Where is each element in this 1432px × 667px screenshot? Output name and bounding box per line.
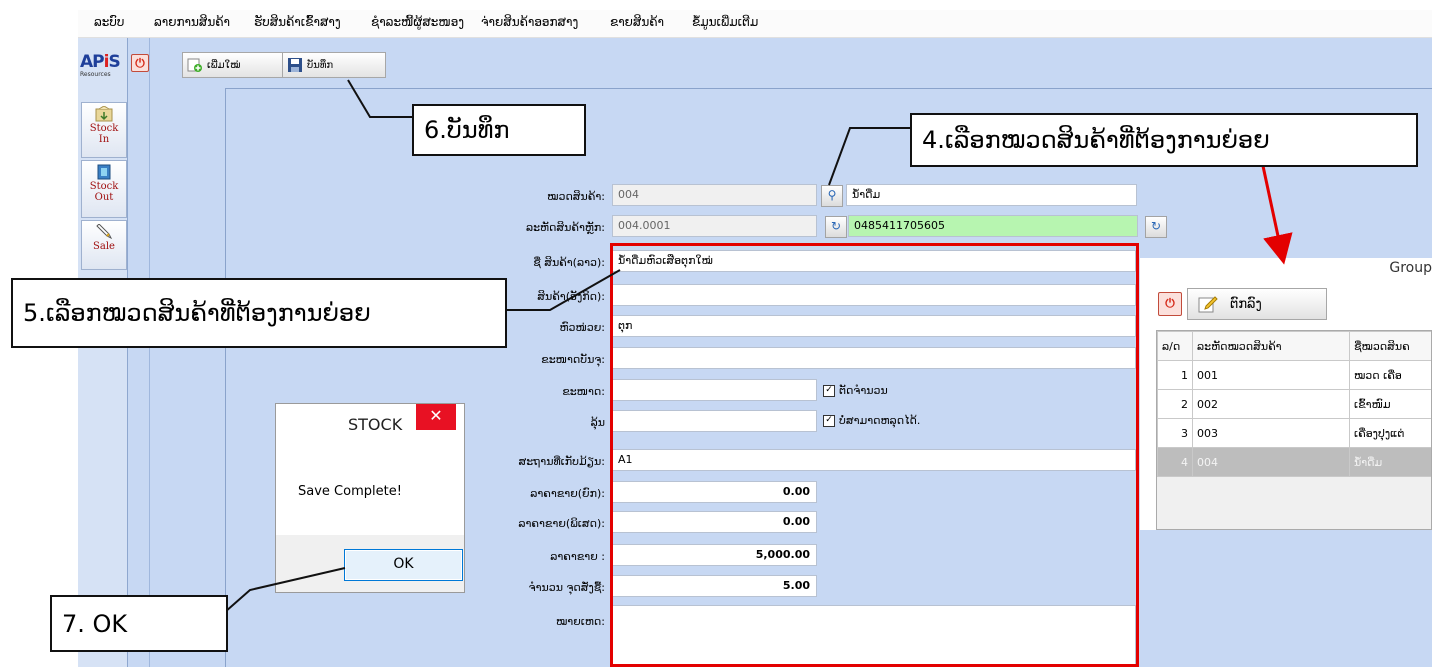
callout-ok: 7. OK	[50, 595, 228, 652]
connector-ok	[224, 567, 346, 613]
callout-select-subcategory: 5.ເລືອກໝວດສິນຄ້າທີ່ຕ້ອງການຍ່ອຍ	[11, 278, 507, 348]
connector-form	[500, 269, 621, 311]
arrow-to-group-panel	[1261, 165, 1293, 265]
callout-select-category: 4.ເລືອກໝວດສິນຄ້າທີ່ຕ້ອງການຍ່ອຍ	[910, 113, 1418, 167]
callout-save: 6.ບັນທຶກ	[412, 104, 586, 156]
connector-save	[347, 79, 412, 118]
connector-category	[828, 127, 910, 186]
